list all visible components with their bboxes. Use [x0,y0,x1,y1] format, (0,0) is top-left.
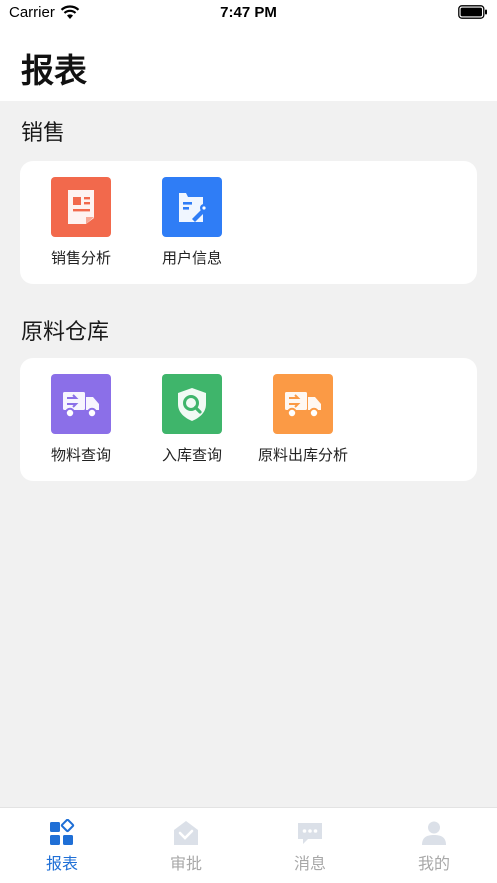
section-title-sales: 销售 [21,121,66,146]
tab-profile[interactable]: 我的 [372,808,496,883]
tab-messages[interactable]: 消息 [248,808,372,883]
tile-material-outbound-analysis[interactable]: 原料出库分析 [246,358,356,468]
grid-apps-icon [50,819,75,845]
tab-label: 报表 [45,854,78,873]
user-info-edit-icon [162,177,222,237]
tile-label: 入库查询 [161,446,222,464]
report-document-icon [51,177,111,237]
tab-label: 消息 [293,854,326,873]
shield-search-icon [162,374,222,434]
battery-icon [458,5,487,19]
tile-label: 销售分析 [50,249,111,267]
status-time: 7:47 PM [220,4,277,21]
tile-inbound-query[interactable]: 入库查询 [135,358,245,468]
tile-label: 物料查询 [50,446,111,464]
tile-label: 原料出库分析 [257,446,348,464]
section-title-warehouse: 原料仓库 [21,320,110,345]
sales-card: 销售分析 用户信息 [20,161,477,284]
tab-bar: 报表 审批 消息 我的 [0,807,497,883]
page-title: 报表 [21,51,87,90]
status-bar: Carrier 7:47 PM [0,0,497,26]
nav-header: 报表 [0,26,497,101]
tab-label: 我的 [417,854,450,873]
user-profile-icon [422,821,446,845]
tile-user-info[interactable]: 用户信息 [135,161,245,271]
approval-inbox-icon [174,821,198,845]
tile-label: 用户信息 [161,249,222,267]
tab-approval[interactable]: 审批 [124,808,248,883]
message-chat-icon [298,823,322,844]
tile-material-query[interactable]: 物料查询 [24,358,134,468]
tab-reports[interactable]: 报表 [0,808,124,883]
tile-sales-analysis[interactable]: 销售分析 [24,161,134,271]
tab-label: 审批 [169,854,202,873]
delivery-truck-icon [51,374,111,434]
warehouse-card: 物料查询 入库查询 原料出库分析 [20,358,477,481]
delivery-truck-icon [273,374,333,434]
